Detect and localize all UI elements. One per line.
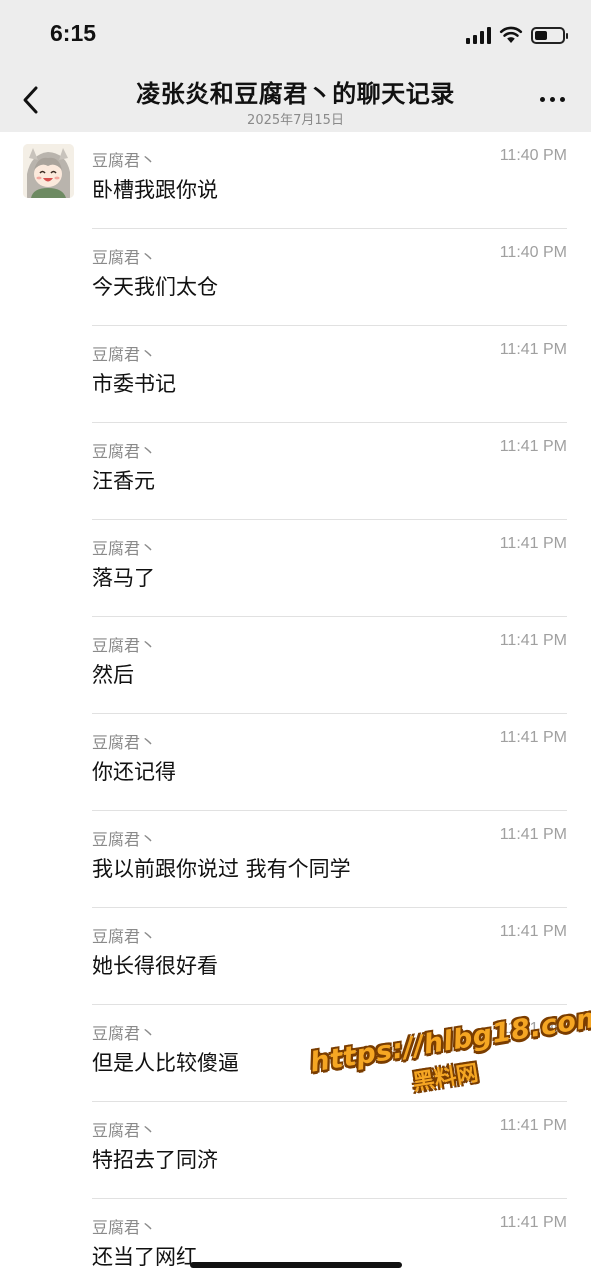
chat-date: 2025年7月15日 <box>247 113 344 128</box>
message-time: 11:40 PM <box>499 244 567 261</box>
message-text: 今天我们太仓 <box>92 275 218 299</box>
message-sender: 豆腐君丶 <box>92 151 157 170</box>
message-item[interactable]: 豆腐君丶 11:41 PM 我以前跟你说过 我有个同学 <box>0 811 591 908</box>
message-sender: 豆腐君丶 <box>92 442 157 461</box>
home-indicator[interactable] <box>190 1262 402 1268</box>
cellular-signal-icon <box>466 26 491 44</box>
message-sender: 豆腐君丶 <box>92 636 157 655</box>
message-time: 11:41 PM <box>499 632 567 649</box>
message-sender: 豆腐君丶 <box>92 830 157 849</box>
message-text: 市委书记 <box>92 372 176 396</box>
message-sender: 豆腐君丶 <box>92 248 157 267</box>
message-time: 11:41 PM <box>499 341 567 358</box>
message-text: 你还记得 <box>92 760 176 784</box>
message-text: 然后 <box>92 663 134 687</box>
message-text: 卧槽我跟你说 <box>92 178 218 202</box>
message-text: 特招去了同济 <box>92 1148 218 1172</box>
message-item[interactable]: 豆腐君丶 11:41 PM 市委书记 <box>0 326 591 423</box>
message-time: 11:41 PM <box>499 923 567 940</box>
header-title-block: 凌张炎和豆腐君丶的聊天记录 2025年7月15日 <box>0 74 591 128</box>
message-time: 11:41 PM <box>499 729 567 746</box>
message-sender: 豆腐君丶 <box>92 1218 157 1237</box>
message-time: 11:41 PM <box>499 1117 567 1134</box>
message-item[interactable]: 豆腐君丶 11:41 PM 她长得很好看 <box>0 908 591 1005</box>
message-time: 11:41 PM <box>499 535 567 552</box>
header-bar: 6:15 凌张炎和豆腐君丶的聊天记录 2025年7月15日 <box>0 0 591 132</box>
battery-level <box>535 30 547 40</box>
message-text: 汪香元 <box>92 469 155 493</box>
message-item[interactable]: 豆腐君丶 11:41 PM 然后 <box>0 617 591 714</box>
message-item[interactable]: 豆腐君丶 11:40 PM 今天我们太仓 <box>0 229 591 326</box>
message-sender: 豆腐君丶 <box>92 927 157 946</box>
status-time: 6:15 <box>50 20 97 46</box>
message-text: 我以前跟你说过 我有个同学 <box>92 857 351 881</box>
more-dots-icon[interactable] <box>540 97 565 102</box>
message-item[interactable]: 豆腐君丶 11:41 PM 你还记得 <box>0 714 591 811</box>
battery-icon <box>531 26 568 44</box>
wifi-icon <box>499 26 523 43</box>
message-sender: 豆腐君丶 <box>92 345 157 364</box>
status-icons <box>466 24 568 46</box>
message-sender: 豆腐君丶 <box>92 1024 157 1043</box>
chat-history-screen: 6:15 凌张炎和豆腐君丶的聊天记录 2025年7月15日 豆腐君丶 11:40… <box>0 0 591 1280</box>
message-item[interactable]: 豆腐君丶 11:41 PM 汪香元 <box>0 423 591 520</box>
message-text: 落马了 <box>92 566 155 590</box>
message-sender: 豆腐君丶 <box>92 539 157 558</box>
message-sender: 豆腐君丶 <box>92 1121 157 1140</box>
page-title: 凌张炎和豆腐君丶的聊天记录 <box>136 80 455 108</box>
message-time: 11:41 PM <box>499 1214 567 1231</box>
message-item[interactable]: 豆腐君丶 11:41 PM 落马了 <box>0 520 591 617</box>
message-text: 还当了网红 <box>92 1245 197 1269</box>
message-text: 她长得很好看 <box>92 954 218 978</box>
message-sender: 豆腐君丶 <box>92 733 157 752</box>
message-time: 11:41 PM <box>499 438 567 455</box>
message-item[interactable]: 豆腐君丶 11:41 PM 特招去了同济 <box>0 1102 591 1199</box>
message-item[interactable]: 豆腐君丶 11:40 PM 卧槽我跟你说 <box>0 132 591 229</box>
message-text: 但是人比较傻逼 <box>92 1051 239 1075</box>
message-time: 11:40 PM <box>499 147 567 164</box>
message-time: 11:41 PM <box>499 826 567 843</box>
